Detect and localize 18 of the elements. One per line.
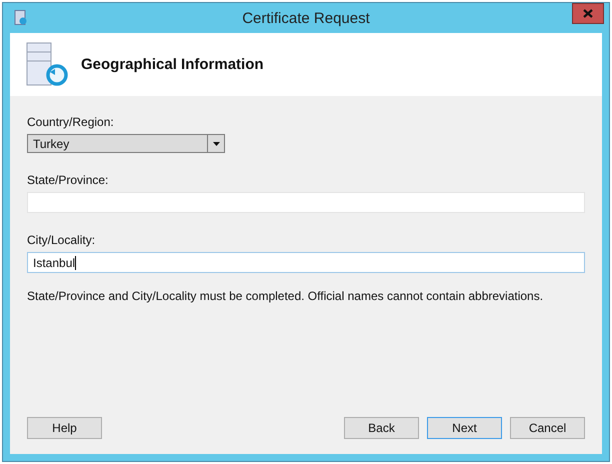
page-heading: Geographical Information — [81, 56, 264, 73]
wizard-button[interactable]: Next — [427, 417, 502, 439]
country-dropdown[interactable]: Turkey — [27, 134, 225, 153]
wizard-button[interactable]: Back — [344, 417, 419, 439]
window-title: Certificate Request — [241, 10, 371, 26]
close-button[interactable] — [572, 3, 604, 24]
close-icon — [583, 9, 593, 18]
text-field[interactable]: Istanbul — [27, 252, 585, 273]
text-field[interactable] — [27, 192, 585, 213]
server-icon — [14, 10, 28, 26]
field-label: State/Province: — [27, 173, 110, 187]
field-label: Country/Region: — [27, 115, 115, 129]
help-button[interactable]: Help — [27, 417, 102, 439]
field-label: City/Locality: — [27, 233, 96, 247]
instruction-text: State/Province and City/Locality must be completed. Official names cannot contain abbreviations. — [27, 289, 544, 303]
caret-icon — [212, 142, 220, 146]
server-sync-icon — [26, 42, 68, 88]
wizard-button[interactable]: Cancel — [510, 417, 585, 439]
